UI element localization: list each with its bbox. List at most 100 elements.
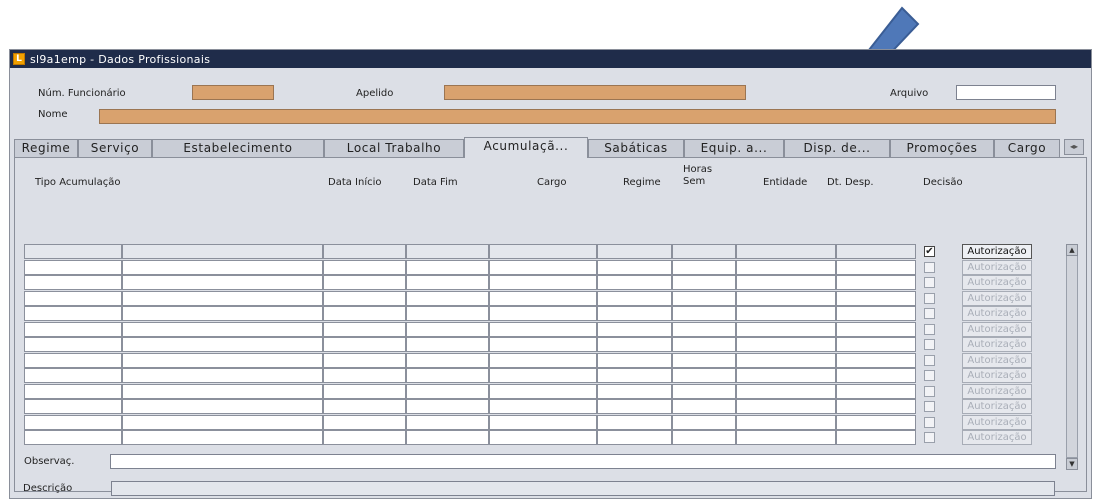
- decisao-checkbox[interactable]: [924, 308, 935, 319]
- cargo-cell[interactable]: [489, 368, 597, 383]
- horas-sem-cell[interactable]: [672, 383, 736, 399]
- tipo-desc-cell[interactable]: [122, 414, 323, 430]
- cargo-cell[interactable]: [489, 321, 597, 337]
- cargo-cell[interactable]: [489, 306, 597, 321]
- data-inicio-cell[interactable]: [323, 368, 406, 383]
- entidade-cell[interactable]: [736, 383, 836, 399]
- data-fim-cell[interactable]: [406, 399, 489, 414]
- data-inicio-cell[interactable]: [323, 414, 406, 430]
- nome-field[interactable]: [99, 109, 1056, 124]
- horas-sem-cell[interactable]: [672, 430, 736, 445]
- regime-cell[interactable]: [597, 383, 672, 399]
- entidade-cell[interactable]: [736, 306, 836, 321]
- decisao-checkbox[interactable]: [924, 277, 935, 288]
- cargo-cell[interactable]: [489, 414, 597, 430]
- autorizacao-button[interactable]: Autorização: [962, 368, 1032, 383]
- data-inicio-cell[interactable]: [323, 306, 406, 321]
- cargo-cell[interactable]: [489, 244, 597, 259]
- horas-sem-cell[interactable]: [672, 352, 736, 368]
- dt-desp-cell[interactable]: [836, 352, 916, 368]
- tipo-code-cell[interactable]: [24, 414, 122, 430]
- entidade-cell[interactable]: [736, 414, 836, 430]
- cargo-cell[interactable]: [489, 352, 597, 368]
- decisao-checkbox[interactable]: [924, 292, 935, 304]
- autorizacao-button[interactable]: Autorização: [962, 259, 1032, 275]
- tab-acumulacao[interactable]: Acumulaçã...: [464, 137, 588, 158]
- data-inicio-cell[interactable]: [323, 275, 406, 290]
- cargo-cell[interactable]: [489, 275, 597, 290]
- tipo-code-cell[interactable]: [24, 383, 122, 399]
- tipo-desc-cell[interactable]: [122, 244, 323, 259]
- tipo-desc-cell[interactable]: [122, 306, 323, 321]
- horas-sem-cell[interactable]: [672, 259, 736, 275]
- arquivo-field[interactable]: [956, 85, 1056, 100]
- autorizacao-button[interactable]: Autorização: [962, 337, 1032, 352]
- tipo-code-cell[interactable]: [24, 368, 122, 383]
- tipo-desc-cell[interactable]: [122, 352, 323, 368]
- decisao-checkbox[interactable]: ✔: [924, 246, 935, 257]
- entidade-cell[interactable]: [736, 244, 836, 259]
- entidade-cell[interactable]: [736, 275, 836, 290]
- regime-cell[interactable]: [597, 275, 672, 290]
- data-inicio-cell[interactable]: [323, 383, 406, 399]
- dt-desp-cell[interactable]: [836, 306, 916, 321]
- tipo-desc-cell[interactable]: [122, 368, 323, 383]
- tab-local-trabalho[interactable]: Local Trabalho: [324, 139, 464, 157]
- regime-cell[interactable]: [597, 290, 672, 306]
- autorizacao-button[interactable]: Autorização: [962, 244, 1032, 259]
- tipo-code-cell[interactable]: [24, 399, 122, 414]
- data-fim-cell[interactable]: [406, 414, 489, 430]
- data-fim-cell[interactable]: [406, 430, 489, 445]
- tipo-code-cell[interactable]: [24, 275, 122, 290]
- horas-sem-cell[interactable]: [672, 290, 736, 306]
- data-inicio-cell[interactable]: [323, 244, 406, 259]
- tipo-code-cell[interactable]: [24, 352, 122, 368]
- data-fim-cell[interactable]: [406, 337, 489, 352]
- tipo-code-cell[interactable]: [24, 430, 122, 445]
- tipo-desc-cell[interactable]: [122, 430, 323, 445]
- decisao-checkbox[interactable]: [924, 401, 935, 412]
- data-inicio-cell[interactable]: [323, 290, 406, 306]
- data-inicio-cell[interactable]: [323, 321, 406, 337]
- regime-cell[interactable]: [597, 399, 672, 414]
- tipo-desc-cell[interactable]: [122, 337, 323, 352]
- cargo-cell[interactable]: [489, 337, 597, 352]
- regime-cell[interactable]: [597, 337, 672, 352]
- autorizacao-button[interactable]: Autorização: [962, 383, 1032, 399]
- autorizacao-button[interactable]: Autorização: [962, 275, 1032, 290]
- dt-desp-cell[interactable]: [836, 244, 916, 259]
- descricao-field[interactable]: [111, 481, 1055, 496]
- decisao-checkbox[interactable]: [924, 354, 935, 366]
- decisao-checkbox[interactable]: [924, 261, 935, 273]
- entidade-cell[interactable]: [736, 259, 836, 275]
- data-fim-cell[interactable]: [406, 244, 489, 259]
- entidade-cell[interactable]: [736, 368, 836, 383]
- tipo-desc-cell[interactable]: [122, 259, 323, 275]
- data-inicio-cell[interactable]: [323, 352, 406, 368]
- apelido-field[interactable]: [444, 85, 746, 100]
- observacao-field[interactable]: [110, 454, 1056, 469]
- dt-desp-cell[interactable]: [836, 337, 916, 352]
- decisao-checkbox[interactable]: [924, 370, 935, 381]
- dt-desp-cell[interactable]: [836, 259, 916, 275]
- horas-sem-cell[interactable]: [672, 244, 736, 259]
- regime-cell[interactable]: [597, 352, 672, 368]
- decisao-checkbox[interactable]: [924, 385, 935, 397]
- horas-sem-cell[interactable]: [672, 414, 736, 430]
- autorizacao-button[interactable]: Autorização: [962, 352, 1032, 368]
- horas-sem-cell[interactable]: [672, 368, 736, 383]
- data-inicio-cell[interactable]: [323, 399, 406, 414]
- data-fim-cell[interactable]: [406, 290, 489, 306]
- tab-promocoes[interactable]: Promoções: [890, 139, 994, 157]
- tab-scroll-arrows-icon[interactable]: ◂▸: [1064, 139, 1084, 155]
- tipo-desc-cell[interactable]: [122, 275, 323, 290]
- autorizacao-button[interactable]: Autorização: [962, 321, 1032, 337]
- regime-cell[interactable]: [597, 430, 672, 445]
- data-inicio-cell[interactable]: [323, 259, 406, 275]
- data-inicio-cell[interactable]: [323, 337, 406, 352]
- scroll-down-icon[interactable]: ▼: [1066, 458, 1078, 470]
- data-fim-cell[interactable]: [406, 383, 489, 399]
- tab-disp[interactable]: Disp. de...: [784, 139, 890, 157]
- data-fim-cell[interactable]: [406, 259, 489, 275]
- tipo-desc-cell[interactable]: [122, 383, 323, 399]
